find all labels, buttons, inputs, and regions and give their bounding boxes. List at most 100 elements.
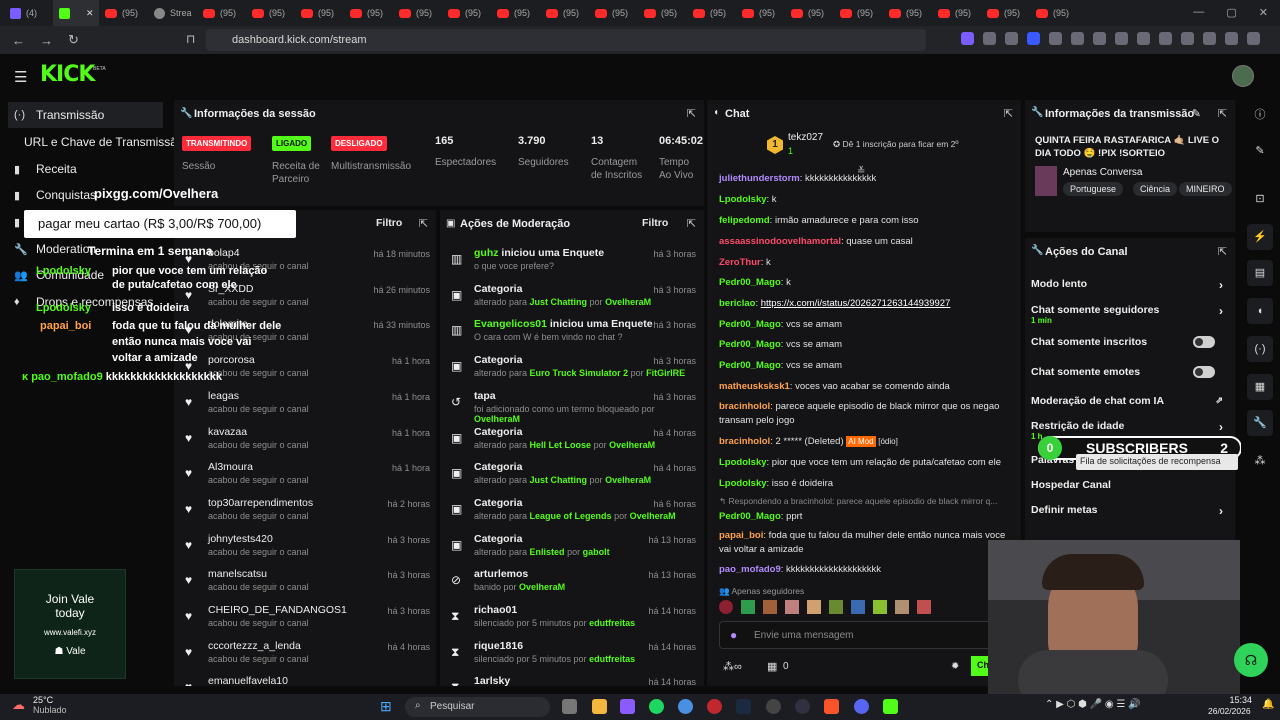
expand-icon[interactable]: ⇱ xyxy=(1004,107,1013,120)
browser-tab[interactable]: (95) xyxy=(540,0,589,26)
moderation-row[interactable]: ⊘ arturlemos banido por OvelheraM há 13 hor… xyxy=(448,565,696,599)
chat-username[interactable]: Lpodolsky xyxy=(719,478,767,489)
emote-icon[interactable] xyxy=(917,600,931,614)
moderation-row[interactable]: ▣ Categoria alterado para Enlisted por gab… xyxy=(448,530,696,564)
expand-icon[interactable]: ⇱ xyxy=(687,217,696,230)
store-icon[interactable]: ▦ xyxy=(767,660,777,673)
info-icon[interactable]: ⓘ xyxy=(1247,102,1273,128)
channel-action-row[interactable]: Definir metas › xyxy=(1031,504,1227,528)
browser-tab[interactable]: (95) xyxy=(295,0,344,26)
chat-username[interactable]: assaassinodoovelhamortal xyxy=(719,236,841,247)
follower-row[interactable]: ♥ johnytests420 acabou de seguir o canal há… xyxy=(182,530,430,564)
chevron-right-icon[interactable]: › xyxy=(1219,278,1223,292)
browser-tab[interactable]: (95) xyxy=(442,0,491,26)
channel-action-row[interactable]: Chat somente seguidores 1 min › xyxy=(1031,304,1227,328)
extension-icon[interactable] xyxy=(1159,32,1172,45)
browser-tab[interactable]: (95) xyxy=(491,0,540,26)
forward-icon[interactable]: → xyxy=(40,33,56,48)
url-field[interactable]: dashboard.kick.com/stream xyxy=(206,29,926,51)
tray-icons[interactable]: ⌃ ▶ ⬡ ⬢ 🎤 ◉ ☰ 🔊 xyxy=(1045,699,1141,710)
chat-username[interactable]: Lpodolsky xyxy=(719,194,767,205)
browser-tab[interactable]: (4) xyxy=(4,0,53,26)
chat-username[interactable]: pao_mofado9 xyxy=(719,564,781,575)
chat-message[interactable]: papai_boi: foda que tu falou da mulher d… xyxy=(719,529,1011,557)
chat-username[interactable]: Pedr00_Mago xyxy=(719,339,781,350)
moderation-row[interactable]: ⧗ 1arlsky há 14 horas xyxy=(448,672,696,686)
channel-action-row[interactable]: Modo lento › xyxy=(1031,278,1227,302)
chat-message[interactable]: pao_mofado9: kkkkkkkkkkkkkkkkkkkk xyxy=(719,563,1011,577)
browser-tab[interactable]: (95) xyxy=(638,0,687,26)
edit-icon[interactable]: ✎ xyxy=(1192,107,1201,120)
expand-icon[interactable]: ⇱ xyxy=(1218,107,1227,120)
moderation-row[interactable]: ▣ Categoria alterado para Just Chatting po… xyxy=(448,458,696,492)
extension-icon[interactable] xyxy=(1203,32,1216,45)
tab-close-icon[interactable]: ✕ xyxy=(86,8,94,19)
chevron-right-icon[interactable]: › xyxy=(1219,304,1223,318)
bolt-icon[interactable]: ⚡ xyxy=(1247,224,1273,250)
chat-username[interactable]: Pedr00_Mago xyxy=(719,319,781,330)
chat-message[interactable]: assaassinodoovelhamortal: quase um casal xyxy=(719,235,1011,249)
brave-icon[interactable] xyxy=(824,699,839,714)
chat-username[interactable]: ZeroThur xyxy=(719,257,761,268)
extension-icon[interactable] xyxy=(1137,32,1150,45)
expand-icon[interactable]: ⇱ xyxy=(1218,245,1227,258)
extension-icon[interactable] xyxy=(1049,32,1062,45)
browser-tab[interactable]: ✕ xyxy=(53,0,99,26)
emote-icon[interactable] xyxy=(851,600,865,614)
extension-icon[interactable] xyxy=(983,32,996,45)
chat-username[interactable]: Lpodolsky xyxy=(719,457,767,468)
taskbar-search[interactable]: ⌕ Pesquisar xyxy=(405,697,550,717)
channel-action-row[interactable]: Moderação de chat com IA ⇗ xyxy=(1031,395,1227,419)
chat-message[interactable]: matheusksksk1: voces vao acabar se comen… xyxy=(719,380,1011,394)
follower-row[interactable]: ♥ emanuelfavela10 xyxy=(182,672,430,686)
emote-icon[interactable] xyxy=(719,600,733,614)
follower-row[interactable]: ♥ kavazaa acabou de seguir o canal há 1 hor… xyxy=(182,423,430,457)
chat-username[interactable]: Pedr00_Mago xyxy=(719,511,781,522)
emote-icon[interactable] xyxy=(873,600,887,614)
follower-row[interactable]: ♥ leagas acabou de seguir o canal há 1 hora xyxy=(182,387,430,421)
browser-tab[interactable]: (95) xyxy=(687,0,736,26)
follower-row[interactable]: ♥ manelscatsu acabou de seguir o canal há 3… xyxy=(182,565,430,599)
app-icon[interactable] xyxy=(795,699,810,714)
moderation-row[interactable]: ▣ Categoria alterado para Hell Let Loose p… xyxy=(448,423,696,457)
app-icon[interactable] xyxy=(766,699,781,714)
chat-username[interactable]: bracinholol xyxy=(719,401,770,412)
moderation-row[interactable]: ▣ Categoria alterado para League of Legend… xyxy=(448,494,696,528)
follower-row[interactable]: ♥ cccortezzz_a_lenda acabou de seguir o ca… xyxy=(182,637,430,671)
tag[interactable]: Ciência xyxy=(1133,182,1178,196)
emote-icon[interactable] xyxy=(807,600,821,614)
bookmark-icon[interactable]: ⊓ xyxy=(186,32,195,46)
wrench-icon[interactable]: 🔧 xyxy=(1247,410,1273,436)
sidebar-item-receita[interactable]: ▮ Receita xyxy=(8,156,163,182)
sidebar-item-url-key[interactable]: URL e Chave de Transmissão xyxy=(8,129,184,155)
chat-message[interactable]: Lpodolsky: isso é doideira xyxy=(719,477,1011,491)
emote-icon[interactable] xyxy=(895,600,909,614)
browser-tab[interactable]: (95) xyxy=(785,0,834,26)
app-icon[interactable] xyxy=(562,699,577,714)
category-name[interactable]: Apenas Conversa xyxy=(1063,167,1143,178)
browser-tab[interactable]: (95) xyxy=(246,0,295,26)
filter-button[interactable]: Filtro xyxy=(376,217,402,229)
extension-icon[interactable] xyxy=(1115,32,1128,45)
chat-username[interactable]: papai_boi xyxy=(719,530,763,541)
toggle-switch[interactable] xyxy=(1193,366,1215,378)
follower-row[interactable]: ♥ Al3moura acabou de seguir o canal há 1 ho… xyxy=(182,458,430,492)
emote-icon[interactable] xyxy=(763,600,777,614)
layout-icon[interactable]: ▦ xyxy=(1247,374,1273,400)
back-icon[interactable]: ← xyxy=(12,33,28,48)
windows-start-icon[interactable]: ⊞ xyxy=(380,698,392,715)
chat-message[interactable]: juliethunderstorm: kkkkkkkkkkkkkkk xyxy=(719,172,1011,186)
reload-icon[interactable]: ↻ xyxy=(68,32,84,48)
spotify-icon[interactable] xyxy=(649,699,664,714)
browser-tab[interactable]: (95) xyxy=(344,0,393,26)
moderation-row[interactable]: ▣ Categoria alterado para Euro Truck Simul… xyxy=(448,351,696,385)
emote-icon[interactable] xyxy=(829,600,843,614)
moderation-row[interactable]: ⧗ richao01 silenciado por 5 minutos por ed… xyxy=(448,601,696,635)
browser-tab[interactable]: (95) xyxy=(932,0,981,26)
chat-message[interactable]: ↰ Respondendo a bracinholol: parece aque… xyxy=(719,494,1011,509)
chat-message[interactable]: Lpodolsky: pior que voce tem um relação … xyxy=(719,456,1011,470)
steam-icon[interactable] xyxy=(736,699,751,714)
extension-icon[interactable] xyxy=(1247,32,1260,45)
moderation-row[interactable]: ▥ Evangelicos01 iniciou uma Enquete O cara… xyxy=(448,315,696,349)
tag[interactable]: Portuguese xyxy=(1063,182,1124,196)
